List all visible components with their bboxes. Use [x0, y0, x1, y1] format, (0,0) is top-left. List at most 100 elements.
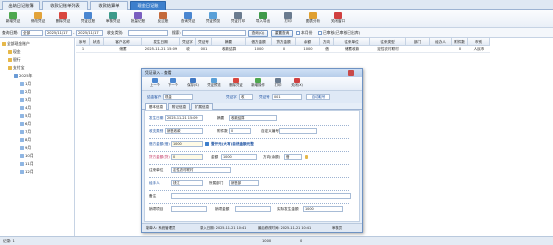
sales-item-input[interactable]	[171, 206, 207, 212]
credit-input[interactable]: 0	[171, 154, 203, 160]
column-header[interactable]: 贷方金额	[272, 38, 296, 46]
table-cell[interactable]: 收	[180, 46, 196, 53]
table-cell[interactable]: 1000	[296, 46, 320, 53]
new-voucher-button[interactable]: 新增凭证	[1, 11, 25, 27]
direction-select[interactable]: 借	[284, 154, 302, 160]
query-voucher-button[interactable]: 查询凭证	[176, 11, 200, 27]
counterparty-input[interactable]: 定性农村联村	[171, 167, 231, 173]
column-header[interactable]: 往来单位	[334, 38, 370, 46]
tree-node-month[interactable]: 4月	[20, 104, 31, 111]
tree-node-cash[interactable]: 现金	[8, 48, 21, 55]
column-header[interactable]: 客户名称	[104, 38, 142, 46]
auto-number-button[interactable]: 自动取号	[306, 94, 330, 100]
tab-cashier-journal[interactable]: 出纳日记账簿	[2, 1, 40, 10]
table-cell[interactable]: 1000	[246, 46, 272, 53]
table-cell[interactable]: 1	[76, 46, 90, 53]
delete-voucher-dialog-button[interactable]: 删除凭证	[226, 78, 246, 90]
debit-input[interactable]: 1000	[171, 141, 203, 147]
batch-post-button[interactable]: 批量记账	[126, 11, 150, 27]
tree-node-month[interactable]: 6月	[20, 120, 31, 127]
edit-voucher-button[interactable]: 修改凭证	[26, 11, 50, 27]
tree-node-month[interactable]: 8月	[20, 136, 31, 143]
tree-root[interactable]: 全部现金账户	[2, 40, 30, 47]
search-input[interactable]	[182, 30, 246, 36]
table-cell[interactable]: 储蓄收款	[334, 46, 370, 53]
table-cell[interactable]: 人民币	[468, 46, 490, 53]
column-header[interactable]: 发生日期	[142, 38, 180, 46]
preview-voucher-button[interactable]: 凭证预览	[201, 11, 225, 27]
tree-node-month[interactable]: 12月	[20, 168, 34, 175]
post-voucher-button[interactable]: 凭证过账	[76, 11, 100, 27]
table-cell[interactable]: 001	[196, 46, 212, 53]
table-cell[interactable]	[90, 46, 104, 53]
column-header[interactable]: 方向	[320, 38, 334, 46]
column-header[interactable]: 往来类型	[370, 38, 406, 46]
tree-node-bank[interactable]: 银行	[8, 56, 21, 63]
tab-receipt-list[interactable]: 收款记账单列表	[42, 1, 88, 10]
tab-notes-info[interactable]: 附记信息	[168, 103, 190, 110]
audited-checkbox[interactable]	[318, 31, 322, 35]
remark-input[interactable]	[171, 193, 351, 199]
tab-extended-info[interactable]: 扩展信息	[191, 103, 213, 110]
table-cell[interactable]: 收款结算	[212, 46, 246, 53]
voucher-word-select[interactable]: 收	[239, 94, 253, 100]
tree-node-month[interactable]: 11月	[20, 160, 34, 167]
handler-input[interactable]: 钱江	[171, 180, 203, 186]
column-header[interactable]: 附件数	[452, 38, 468, 46]
attachments-input[interactable]: 0	[229, 128, 251, 134]
reset-query-button[interactable]: 重置查询	[271, 29, 293, 37]
tree-node-month[interactable]: 9月	[20, 144, 31, 151]
tree-node-month[interactable]: 1月	[20, 80, 31, 87]
column-header[interactable]: 余额	[296, 38, 320, 46]
category-select[interactable]	[128, 30, 168, 36]
column-header[interactable]: 序号	[76, 38, 90, 46]
tree-node-month[interactable]: 5月	[20, 112, 31, 119]
tree-node-month[interactable]: 3月	[20, 96, 31, 103]
tree-node-month[interactable]: 10月	[20, 152, 34, 159]
column-header[interactable]: 经办人	[430, 38, 452, 46]
department-input[interactable]: 销售部	[229, 180, 259, 186]
table-cell[interactable]: 0	[272, 46, 296, 53]
table-cell[interactable]: 2025-11-21 15:09	[142, 46, 180, 53]
sales-amount-input[interactable]	[235, 206, 271, 212]
column-header[interactable]: 币别	[468, 38, 490, 46]
actual-amount-input[interactable]: 1000	[303, 206, 343, 212]
table-cell[interactable]	[406, 46, 430, 53]
column-header[interactable]: 凭证字	[180, 38, 196, 46]
chart-analysis-button[interactable]: 图表分析	[301, 11, 325, 27]
category-field-select[interactable]: 销售收款	[165, 128, 203, 134]
this-month-checkbox[interactable]	[296, 31, 300, 35]
delete-voucher-button[interactable]: 删除凭证	[51, 11, 75, 27]
date-range-select[interactable]: 全部	[21, 30, 43, 36]
customer-select[interactable]: 现金	[163, 94, 193, 100]
date-input[interactable]: 2025-11-21 15:09	[165, 115, 203, 121]
column-header[interactable]: 借方金额	[246, 38, 272, 46]
tab-cash-journal[interactable]: 现金日记账	[130, 1, 166, 10]
print-button[interactable]: 打印	[276, 11, 300, 27]
query-button[interactable]: 查询(Q)	[248, 29, 268, 37]
table-cell[interactable]: 定性农村联村	[370, 46, 406, 53]
table-cell[interactable]	[430, 46, 452, 53]
tree-node-alipay[interactable]: 支付宝	[8, 64, 24, 71]
dialog-print-button[interactable]: 打印	[270, 78, 286, 90]
calculator-icon[interactable]	[205, 142, 209, 146]
audit-voucher-button[interactable]: 审核凭证	[101, 11, 125, 27]
dialog-close-button[interactable]: 关闭(X)	[288, 78, 306, 90]
print-voucher-button[interactable]: 凭证打印	[226, 11, 250, 27]
close-window-button[interactable]: 关闭窗口	[326, 11, 350, 27]
table-cell[interactable]: 0	[452, 46, 468, 53]
import-export-button[interactable]: 导入导出	[251, 11, 275, 27]
tab-receipt-settlement[interactable]: 收款结算单	[90, 1, 128, 10]
column-header[interactable]: 部门	[406, 38, 430, 46]
table-cell[interactable]: 借	[320, 46, 334, 53]
prev-button[interactable]: 上一个	[146, 78, 164, 90]
custom-number-input[interactable]	[279, 128, 317, 134]
date-to-input[interactable]: 2025/11/17	[76, 30, 103, 36]
tab-basic-info[interactable]: 基本信息	[145, 103, 167, 110]
summary-input[interactable]: 收款结算	[229, 115, 277, 121]
tree-node-year[interactable]: 2025年	[14, 72, 32, 79]
new-action-button[interactable]: 新增操作	[248, 78, 268, 90]
table-cell[interactable]: 储蓄	[104, 46, 142, 53]
voucher-preview-button[interactable]: 凭证预览	[204, 78, 224, 90]
tree-node-month[interactable]: 2月	[20, 88, 31, 95]
